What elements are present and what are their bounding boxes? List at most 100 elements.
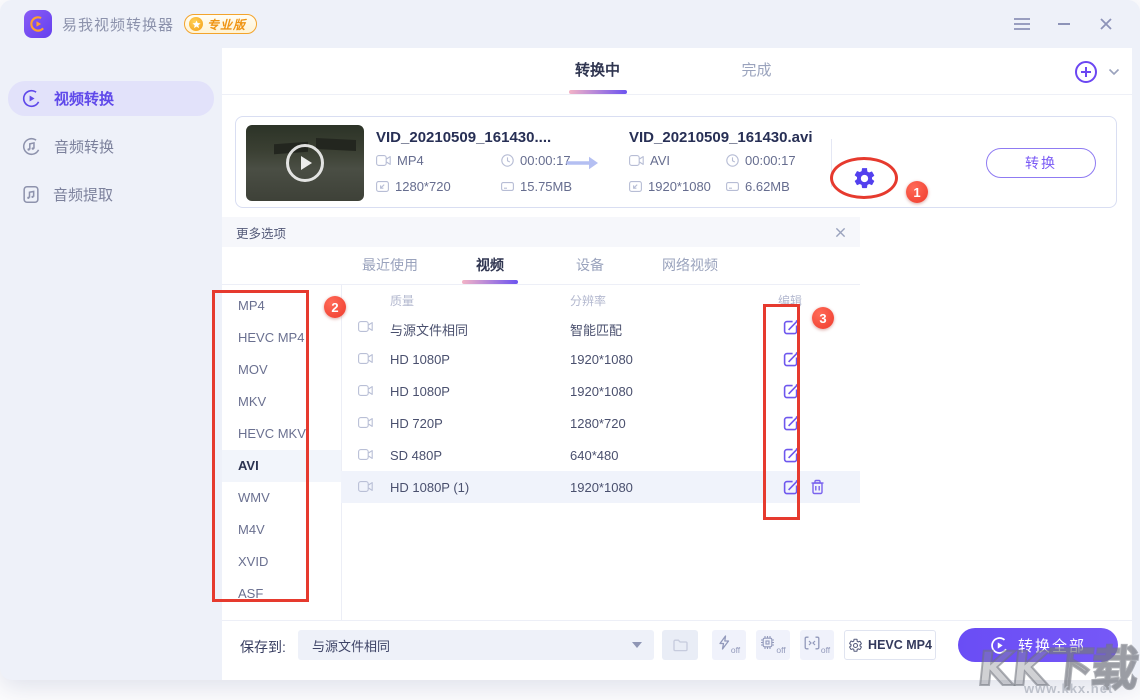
source-duration: 00:00:17 <box>520 153 571 168</box>
output-format-label: HEVC MP4 <box>868 638 932 652</box>
format-item-hevc-mkv[interactable]: HEVC MKV <box>222 418 341 450</box>
format-item-mov[interactable]: MOV <box>222 354 341 386</box>
tab-converting[interactable]: 转换中 <box>518 48 677 94</box>
target-format: AVI <box>650 153 670 168</box>
convert-button[interactable]: 转换 <box>986 148 1096 178</box>
file-size-icon <box>501 180 514 193</box>
quality-cell: HD 1080P (1) <box>390 480 469 495</box>
output-format-button[interactable]: HEVC MP4 <box>844 630 936 660</box>
resolution-cell: 640*480 <box>570 448 618 463</box>
minimize-icon[interactable] <box>1054 14 1074 34</box>
tab-recent[interactable]: 最近使用 <box>340 247 440 285</box>
toggle-state-label: off <box>731 646 740 655</box>
conversion-task-card: VID_20210509_161430.... MP4 00:00:17 128… <box>235 116 1117 208</box>
format-item-avi[interactable]: AVI <box>222 450 341 482</box>
tab-completed[interactable]: 完成 <box>677 48 836 94</box>
format-item-mkv[interactable]: MKV <box>222 386 341 418</box>
edit-icon[interactable] <box>783 479 799 495</box>
annotation-step-2: 2 <box>324 296 346 318</box>
add-file-icon[interactable] <box>1074 60 1098 84</box>
save-to-label: 保存到: <box>240 637 286 657</box>
open-folder-button[interactable] <box>662 630 698 660</box>
table-row[interactable]: HD 1080P1920*1080 <box>341 343 860 375</box>
sidebar-item-audio-convert[interactable]: 音频转换 <box>8 129 214 164</box>
file-size-icon <box>726 180 739 193</box>
format-item-hevc-mp4[interactable]: HEVC MP4 <box>222 322 341 354</box>
tab-device[interactable]: 设备 <box>540 247 640 285</box>
options-close-icon[interactable] <box>835 227 846 238</box>
app-window: 易我视频转换器 专业版 视频转换音频转换音频提取 转换中完成 V <box>0 0 1140 680</box>
sidebar-item-audio-extract[interactable]: 音频提取 <box>8 177 214 212</box>
table-row[interactable]: HD 1080P 1920*1080 <box>341 375 860 407</box>
audio-convert-icon <box>22 137 41 156</box>
resolution-cell: 1280*720 <box>570 416 626 431</box>
thumbnail-detail <box>316 138 356 151</box>
edit-icon[interactable] <box>783 415 799 431</box>
format-item-m4v[interactable]: M4V <box>222 514 341 546</box>
title-bar: 易我视频转换器 专业版 <box>0 0 1140 48</box>
edit-icon[interactable] <box>783 383 799 399</box>
output-settings-gear-icon[interactable] <box>852 166 877 191</box>
trash-icon[interactable] <box>810 479 825 495</box>
resolution-cell: 1920*1080 <box>570 352 633 367</box>
camera-icon <box>358 417 373 428</box>
sidebar-item-label: 音频转换 <box>54 136 114 157</box>
caret-down-icon <box>632 642 642 648</box>
quality-cell: HD 720P <box>390 416 443 431</box>
edit-icon[interactable] <box>783 447 799 463</box>
sidebar-item-label: 音频提取 <box>53 184 113 205</box>
camera-icon <box>358 321 373 332</box>
audio-extract-icon <box>22 185 40 204</box>
save-path-select[interactable]: 与源文件相同 <box>298 630 654 660</box>
resolution-cell: 1920*1080 <box>570 384 633 399</box>
add-file-chevron-icon[interactable] <box>1108 68 1120 76</box>
table-header: 质量 分辨率 编辑 <box>341 292 860 310</box>
resolution-header: 分辨率 <box>570 292 606 309</box>
watermark-site: www.kkx.net <box>1024 681 1113 696</box>
duration-icon <box>726 154 739 167</box>
tab-web-video[interactable]: 网络视频 <box>640 247 740 285</box>
sidebar-item-label: 视频转换 <box>54 88 114 109</box>
format-item-xvid[interactable]: XVID <box>222 546 341 578</box>
close-icon[interactable] <box>1096 14 1116 34</box>
play-overlay-icon[interactable] <box>286 144 324 182</box>
edit-icon[interactable] <box>783 351 799 367</box>
table-row[interactable]: 与源文件相同智能匹配 <box>341 311 860 343</box>
app-logo-icon <box>24 10 52 38</box>
folder-icon <box>672 639 689 652</box>
pro-badge-label: 专业版 <box>207 16 246 33</box>
pro-badge: 专业版 <box>184 14 257 34</box>
table-row[interactable]: HD 1080P (1)1920*1080 <box>341 471 860 503</box>
annotation-step-1: 1 <box>906 181 928 203</box>
merge-files-toggle[interactable]: off <box>800 630 834 660</box>
quality-cell: HD 1080P <box>390 384 450 399</box>
sidebar-item-video-convert[interactable]: 视频转换 <box>8 81 214 116</box>
edit-header: 编辑 <box>778 292 802 309</box>
table-row[interactable]: SD 480P 640*480 <box>341 439 860 471</box>
table-row[interactable]: HD 720P 1280*720 <box>341 407 860 439</box>
high-speed-toggle[interactable]: off <box>712 630 746 660</box>
convert-all-button[interactable]: 转换全部 <box>958 628 1118 662</box>
menu-icon[interactable] <box>1012 14 1032 34</box>
format-item-asf[interactable]: ASF <box>222 578 341 600</box>
toggle-state-label: off <box>821 646 830 655</box>
resolution-icon <box>629 180 642 193</box>
chip-icon <box>760 635 775 655</box>
play-circle-icon <box>990 636 1009 655</box>
format-item-wmv[interactable]: WMV <box>222 482 341 514</box>
annotation-step-3: 3 <box>812 307 834 329</box>
source-format: MP4 <box>397 153 424 168</box>
camera-icon <box>358 353 373 364</box>
target-duration: 00:00:17 <box>745 153 796 168</box>
edit-icon[interactable] <box>783 319 799 335</box>
tab-video[interactable]: 视频 <box>440 247 540 285</box>
more-options-bar: 更多选项 <box>222 217 860 247</box>
gpu-acceleration-toggle[interactable]: off <box>756 630 790 660</box>
sidebar: 视频转换音频转换音频提取 <box>0 48 222 680</box>
video-convert-icon <box>22 89 41 108</box>
video-format-icon <box>629 155 644 166</box>
quality-cell: SD 480P <box>390 448 442 463</box>
video-thumbnail[interactable] <box>246 125 364 201</box>
duration-icon <box>501 154 514 167</box>
camera-icon <box>358 481 373 492</box>
